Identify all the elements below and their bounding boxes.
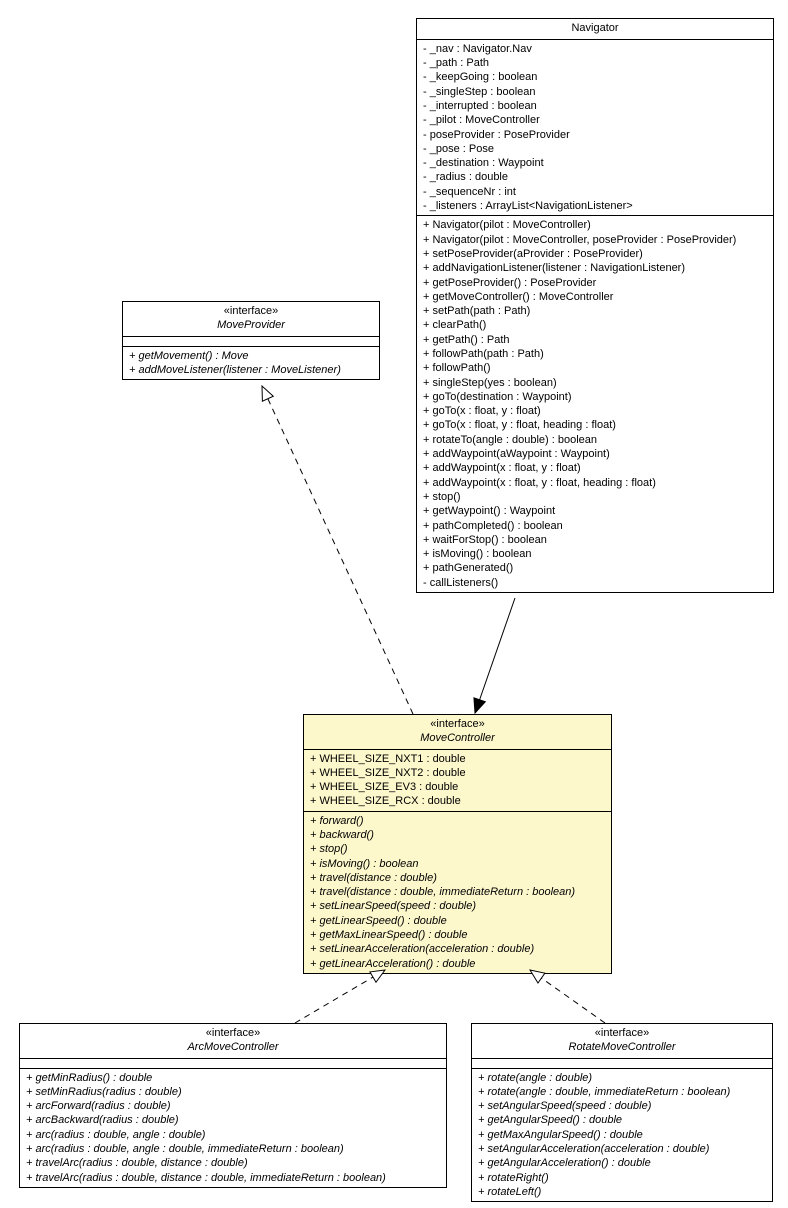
- edge-arcmovecontroller-movecontroller: [295, 970, 385, 1023]
- edge-rotatemovecontroller-movecontroller: [530, 970, 605, 1023]
- methods: + forward() + backward() + stop() + isMo…: [304, 812, 611, 973]
- class-name: Navigator: [423, 22, 767, 36]
- class-name: RotateMoveController: [478, 1041, 766, 1055]
- methods: + getMinRadius() : double + setMinRadius…: [20, 1069, 446, 1187]
- stereotype: «interface»: [129, 305, 373, 319]
- methods: + rotate(angle : double) + rotate(angle …: [472, 1069, 772, 1202]
- class-name: ArcMoveController: [26, 1041, 440, 1055]
- edge-movecontroller-moveprovider: [262, 386, 413, 714]
- class-name: MoveController: [310, 732, 605, 746]
- attributes: - _nav : Navigator.Nav - _path : Path - …: [417, 40, 773, 217]
- class-name: MoveProvider: [129, 319, 373, 333]
- stereotype: «interface»: [310, 718, 605, 732]
- class-moveprovider: «interface» MoveProvider + getMovement()…: [122, 301, 380, 380]
- methods: + Navigator(pilot : MoveController) + Na…: [417, 216, 773, 592]
- class-movecontroller: «interface» MoveController + WHEEL_SIZE_…: [303, 714, 612, 974]
- stereotype: «interface»: [478, 1027, 766, 1041]
- methods: + getMovement() : Move + addMoveListener…: [123, 347, 379, 380]
- attributes: + WHEEL_SIZE_NXT1 : double + WHEEL_SIZE_…: [304, 750, 611, 812]
- class-navigator: Navigator - _nav : Navigator.Nav - _path…: [416, 18, 774, 593]
- stereotype: «interface»: [26, 1027, 440, 1041]
- class-arcmovecontroller: «interface» ArcMoveController + getMinRa…: [19, 1023, 447, 1188]
- class-rotatemovecontroller: «interface» RotateMoveController + rotat…: [471, 1023, 773, 1202]
- edge-navigator-movecontroller: [475, 598, 515, 713]
